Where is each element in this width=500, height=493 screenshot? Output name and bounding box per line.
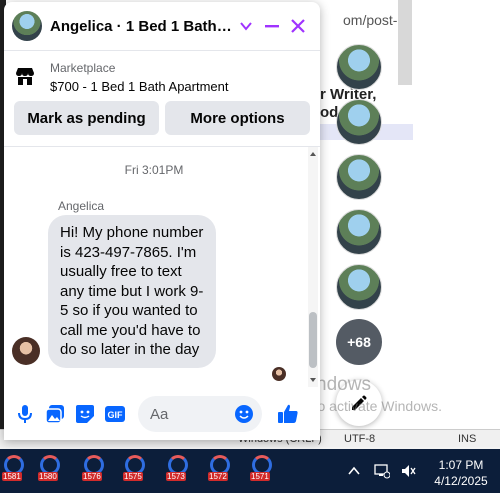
marketplace-icon	[16, 68, 34, 85]
message-timestamp: Fri 3:01PM	[124, 163, 184, 177]
close-icon[interactable]	[286, 14, 310, 38]
network-icon[interactable]	[374, 463, 390, 479]
listing-title: $700 - 1 Bed 1 Bath Apartment	[50, 79, 229, 94]
scroll-up-icon[interactable]	[308, 149, 318, 159]
scroll-down-icon[interactable]	[308, 375, 318, 385]
taskbar-app[interactable]: 1581	[0, 455, 28, 485]
taskbar-app[interactable]: 1576	[80, 455, 108, 485]
taskbar-badge: 1580	[38, 472, 58, 481]
listing-card[interactable]: Marketplace $700 - 1 Bed 1 Bath Apartmen…	[4, 50, 320, 98]
chat-head[interactable]	[336, 264, 382, 310]
thread-scroll-thumb[interactable]	[309, 312, 317, 368]
listing-category: Marketplace	[50, 61, 116, 75]
more-chats-button[interactable]: +68	[336, 319, 382, 365]
taskbar: 1581 1580 1576 1575 1573 1572 1571 1:07 …	[0, 449, 500, 493]
emoji-icon[interactable]	[234, 404, 254, 424]
message-bubble[interactable]: Hi! My phone number is 423-497-7865. I'm…	[48, 215, 216, 368]
status-encoding: UTF-8	[344, 433, 376, 445]
sticker-icon[interactable]	[73, 402, 97, 426]
avatar[interactable]	[12, 337, 40, 365]
minimize-icon[interactable]	[260, 14, 284, 38]
chevron-down-icon[interactable]	[234, 14, 258, 38]
svg-text:GIF: GIF	[108, 410, 124, 420]
taskbar-app[interactable]: 1572	[206, 455, 234, 485]
background-right-pane	[413, 0, 500, 430]
sender-name: Angelica	[58, 199, 105, 213]
microphone-icon[interactable]	[13, 402, 37, 426]
chat-head[interactable]	[336, 154, 382, 200]
taskbar-badge: 1581	[2, 472, 22, 481]
chat-window: Angelica · 1 Bed 1 Bath Apartment Market…	[4, 2, 320, 440]
taskbar-badge: 1573	[166, 472, 186, 481]
taskbar-badge: 1575	[123, 472, 143, 481]
chat-head[interactable]	[336, 99, 382, 145]
chevron-up-icon[interactable]	[346, 463, 362, 479]
status-insert-mode: INS	[458, 433, 477, 445]
message-input[interactable]: Aa	[138, 396, 262, 432]
taskbar-app[interactable]: 1575	[121, 455, 149, 485]
background-scrollbar[interactable]	[398, 0, 412, 85]
speaker-muted-icon[interactable]	[400, 463, 416, 479]
taskbar-badge: 1571	[250, 472, 270, 481]
taskbar-app[interactable]: 1571	[248, 455, 276, 485]
avatar[interactable]	[12, 11, 42, 41]
listing-actions: Mark as pending More options	[4, 101, 320, 135]
chat-heads-column: +68	[336, 44, 382, 365]
taskbar-badge: 1572	[208, 472, 228, 481]
like-icon[interactable]	[276, 402, 300, 426]
clock-date: 4/12/2025	[434, 474, 488, 488]
read-receipt-avatar	[272, 367, 286, 381]
background-url-fragment: om/post-	[343, 12, 398, 28]
chat-title[interactable]: Angelica · 1 Bed 1 Bath Apartment	[50, 18, 232, 35]
more-options-button[interactable]: More options	[165, 101, 310, 135]
image-icon[interactable]	[43, 402, 67, 426]
message-input-placeholder: Aa	[150, 405, 169, 423]
clock-time: 1:07 PM	[438, 458, 484, 472]
chat-header[interactable]: Angelica · 1 Bed 1 Bath Apartment	[4, 2, 320, 50]
chat-head[interactable]	[336, 44, 382, 90]
message-thread: Fri 3:01PM Angelica Hi! My phone number …	[4, 146, 320, 387]
chat-head[interactable]	[336, 209, 382, 255]
taskbar-app[interactable]: 1580	[36, 455, 64, 485]
taskbar-badge: 1576	[82, 472, 102, 481]
system-clock[interactable]: 1:07 PM 4/12/2025	[428, 457, 494, 489]
taskbar-app[interactable]: 1573	[164, 455, 192, 485]
message-composer: GIF Aa	[4, 392, 320, 436]
gif-icon[interactable]: GIF	[103, 402, 127, 426]
mark-as-pending-button[interactable]: Mark as pending	[14, 101, 159, 135]
